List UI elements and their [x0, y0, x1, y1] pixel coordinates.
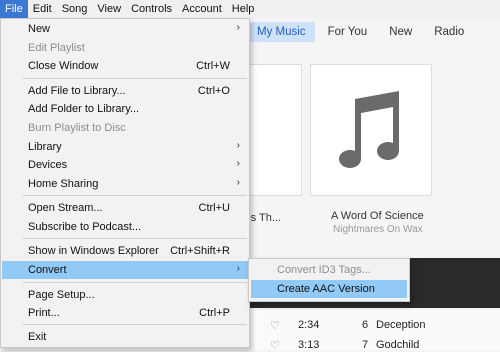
chevron-right-icon: ›	[236, 177, 240, 188]
menu-item-label: Burn Playlist to Disc	[28, 122, 126, 134]
track-number: 6	[362, 319, 369, 331]
menu-item-label: Library	[28, 141, 62, 153]
menu-item-label: Page Setup...	[28, 289, 95, 301]
menu-item-show-in-explorer[interactable]: Show in Windows Explorer Ctrl+Shift+R	[2, 242, 248, 260]
chevron-right-icon: ›	[236, 158, 240, 169]
menu-item-burn-playlist[interactable]: Burn Playlist to Disc	[2, 119, 248, 137]
menu-help[interactable]: Help	[227, 0, 260, 18]
menu-file[interactable]: File	[0, 0, 28, 18]
album-title[interactable]: A Word Of Science	[331, 210, 424, 222]
music-note-icon	[339, 91, 399, 169]
menu-item-new[interactable]: New ›	[2, 20, 248, 38]
album-artist[interactable]: Nightmares On Wax	[333, 224, 423, 235]
menu-item-add-folder[interactable]: Add Folder to Library...	[2, 100, 248, 118]
menu-item-convert-id3[interactable]: Convert ID3 Tags...	[251, 261, 407, 279]
menu-item-label: Convert ID3 Tags...	[277, 264, 371, 276]
menu-item-label: Edit Playlist	[28, 42, 85, 54]
chevron-right-icon: ›	[236, 263, 240, 274]
menu-item-close-window[interactable]: Close Window Ctrl+W	[2, 57, 248, 75]
track-name[interactable]: Deception	[376, 319, 426, 331]
tab-for-you[interactable]: For You	[319, 22, 377, 42]
tab-my-music[interactable]: My Music	[248, 22, 315, 42]
convert-submenu: Convert ID3 Tags... Create AAC Version	[248, 258, 410, 302]
heart-icon[interactable]: ♡	[270, 339, 280, 352]
menu-item-devices[interactable]: Devices ›	[2, 156, 248, 174]
menu-song[interactable]: Song	[57, 0, 93, 18]
album-artwork[interactable]	[310, 64, 432, 196]
file-menu: New › Edit Playlist Close Window Ctrl+W …	[0, 18, 250, 348]
menu-item-label: Close Window	[28, 60, 99, 72]
menu-item-shortcut: Ctrl+U	[198, 202, 230, 214]
menu-item-shortcut: Ctrl+Shift+R	[170, 245, 230, 257]
menu-item-label: Add Folder to Library...	[28, 103, 140, 115]
menu-item-label: Show in Windows Explorer	[28, 245, 159, 257]
menu-item-label: Subscribe to Podcast...	[28, 221, 142, 233]
menu-item-subscribe-podcast[interactable]: Subscribe to Podcast...	[2, 218, 248, 236]
track-time: 3:13	[298, 339, 320, 351]
menu-item-home-sharing[interactable]: Home Sharing ›	[2, 175, 248, 193]
menu-item-label: Devices	[28, 159, 68, 171]
menu-controls[interactable]: Controls	[126, 0, 177, 18]
tab-new[interactable]: New	[380, 22, 421, 42]
menu-item-label: Home Sharing	[28, 178, 99, 190]
menu-separator	[23, 78, 247, 79]
menu-item-label: Add File to Library...	[28, 85, 126, 97]
chevron-right-icon: ›	[236, 140, 240, 151]
menu-item-label: Exit	[28, 331, 47, 343]
track-name[interactable]: Godchild	[376, 339, 419, 351]
menu-item-convert[interactable]: Convert ›	[2, 261, 248, 279]
track-number: 7	[362, 339, 369, 351]
menu-edit[interactable]: Edit	[28, 0, 57, 18]
menu-item-page-setup[interactable]: Page Setup...	[2, 286, 248, 304]
menu-item-shortcut: Ctrl+P	[199, 307, 230, 319]
menu-item-label: New	[28, 23, 51, 35]
menu-item-add-file[interactable]: Add File to Library... Ctrl+O	[2, 82, 248, 100]
menu-item-edit-playlist[interactable]: Edit Playlist	[2, 39, 248, 57]
menu-separator	[23, 282, 247, 283]
menu-item-print[interactable]: Print... Ctrl+P	[2, 304, 248, 322]
menu-separator	[23, 324, 247, 325]
menu-item-library[interactable]: Library ›	[2, 138, 248, 156]
tab-radio[interactable]: Radio	[425, 22, 473, 42]
heart-icon[interactable]: ♡	[270, 319, 280, 332]
chevron-right-icon: ›	[236, 22, 240, 33]
menu-item-shortcut: Ctrl+O	[197, 85, 230, 97]
menu-item-label: Convert	[28, 264, 67, 276]
menu-item-label: Create AAC Version	[277, 283, 375, 295]
nav-tabs: My Music For You New Radio	[248, 20, 500, 44]
menu-separator	[23, 195, 247, 196]
menu-item-create-aac[interactable]: Create AAC Version	[251, 280, 407, 298]
menu-separator	[23, 238, 247, 239]
menubar: File Edit Song View Controls Account Hel…	[0, 0, 500, 18]
menu-item-open-stream[interactable]: Open Stream... Ctrl+U	[2, 199, 248, 217]
menu-item-exit[interactable]: Exit	[2, 328, 248, 346]
menu-account[interactable]: Account	[177, 0, 227, 18]
menu-view[interactable]: View	[92, 0, 126, 18]
menu-item-label: Print...	[28, 307, 60, 319]
track-time: 2:34	[298, 319, 320, 331]
menu-item-shortcut: Ctrl+W	[196, 60, 230, 72]
menu-item-label: Open Stream...	[28, 202, 103, 214]
